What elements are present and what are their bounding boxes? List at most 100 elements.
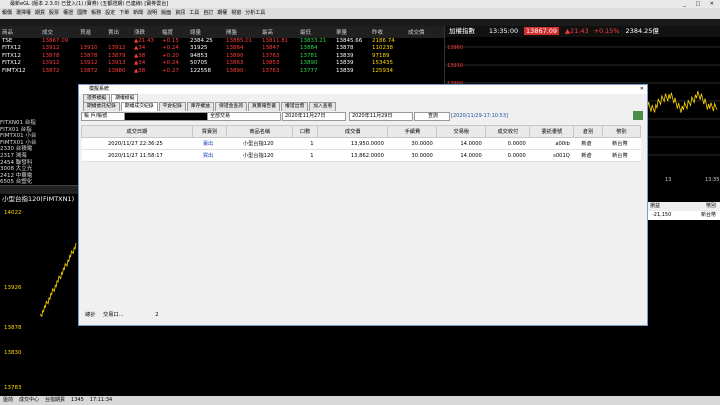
cell-side: 賣出	[192, 137, 227, 150]
quote-cell-price: 13912	[42, 45, 60, 52]
quote-cell-prev: 97189	[372, 52, 390, 59]
quote-column-header[interactable]: 最低	[300, 28, 311, 36]
quote-row[interactable]: FITX12 13912 13912 13913 ▲34 +0.24 50705 13863 1…	[0, 60, 444, 67]
watch-list-item[interactable]: 3008 大立光	[0, 166, 78, 173]
column-header[interactable]: 委託書號	[529, 125, 575, 138]
index-time: 13:35:00	[488, 27, 519, 35]
quote-column-header[interactable]: 總量	[190, 28, 201, 36]
quote-cell-pct: +0.15	[162, 38, 179, 44]
table-row[interactable]: 2020/11/27 22:36:25 賣出 小型台指120 1 13,950.0000…	[81, 137, 641, 150]
quote-row[interactable]: FITX12 13912 13910 13912 ▲34 +0.24 31925 13864 1…	[0, 45, 444, 52]
quote-cell-pct: +0.27	[162, 67, 179, 74]
date-from[interactable]: 2020年11月27日	[282, 112, 346, 121]
mini-price-line	[39, 242, 77, 318]
quote-cell-ask: 13913	[108, 60, 126, 67]
column-header[interactable]: 買賣別	[191, 125, 228, 138]
watch-list-item[interactable]: FIMTX01 小台	[0, 133, 78, 140]
quote-row[interactable]: FITX12 13878 13878 13879 ▲38 +0.20 94853 13890 1…	[0, 53, 444, 60]
menu-item[interactable]: 版面	[159, 10, 173, 16]
query-button[interactable]: 查詢	[414, 112, 450, 121]
cell-name: 小型台指120	[226, 137, 293, 150]
menu-item[interactable]: 權證	[61, 10, 75, 16]
menu-item[interactable]: 期貨	[33, 10, 47, 16]
watch-list-item[interactable]: 2330 台積電	[0, 146, 78, 153]
quote-row[interactable]: FIMTX12 13872 13872 13880 ▲38 +0.27 122558 1389…	[0, 68, 444, 75]
quote-header: 商品 成交 買進 賣出 漲跌 幅度 總量 開盤 最高 最低 單量 昨收 成交價	[0, 26, 444, 38]
mini-futures-chart: 小型台指120(FIMTXN1) 14022 13926 13878 13830 137…	[0, 185, 78, 396]
quote-cell-chg: ▲38	[134, 52, 146, 59]
mini-y-tick-label: 13926	[4, 285, 22, 291]
quote-cell-low: 13884	[300, 45, 318, 52]
cell-cur: 新台幣	[602, 137, 641, 150]
account-select[interactable]	[124, 112, 208, 121]
status-item: 盤前	[3, 397, 14, 403]
watch-list-item[interactable]: FITXN01 台指	[0, 120, 78, 127]
menu-item[interactable]: 選擇權	[14, 10, 33, 16]
menu-item[interactable]: 設定	[103, 10, 117, 16]
column-header[interactable]: 交易稅	[436, 125, 487, 138]
column-header[interactable]: 口數	[292, 125, 319, 138]
quote-column-header[interactable]: 最高	[262, 28, 273, 36]
product-select[interactable]: 全部交易	[207, 112, 281, 121]
quote-cell-low: 13777	[300, 67, 318, 74]
table-row[interactable]: 2020/11/27 11:58:17 買出 小型台指120 1 13,862.0000…	[81, 149, 641, 162]
index-price: 13867.09	[524, 27, 560, 35]
y-tick-label: 13960	[447, 45, 463, 51]
menu-item[interactable]: 視窗	[229, 10, 243, 16]
mini-y-tick-label: 13878	[4, 325, 22, 331]
quote-column-header[interactable]: 漲跌	[134, 28, 145, 36]
quote-column-header[interactable]: 單量	[336, 28, 347, 36]
quote-row[interactable]: TSE 13867.09 ▲21.43 +0.15 2384.25 13885.01 138…	[0, 38, 444, 45]
cell-name: 小型台指120	[226, 149, 293, 162]
title-bar: 最新eGL (版本 2.3.0) 已登入(1) (寶券) (五都證期) 已連線)…	[0, 0, 720, 8]
quote-cell-chg: ▲34	[134, 60, 146, 67]
x-tick-label: 13	[665, 177, 671, 183]
x-tick-label: 13:35	[705, 177, 719, 183]
watch-list-item[interactable]: 2317 鴻海	[0, 153, 78, 160]
cell-qty: 1	[292, 149, 318, 162]
quote-column-header[interactable]: 昨收	[372, 28, 383, 36]
quote-column-header[interactable]: 開盤	[226, 28, 237, 36]
account-label: 帳 戶/帳號	[81, 112, 125, 121]
quote-column-header[interactable]: 成交價	[408, 28, 425, 36]
quote-cell-bid: 13872	[80, 67, 98, 74]
mini-y-tick-label: 14022	[4, 210, 22, 216]
menu-item[interactable]: 資訊	[173, 10, 187, 16]
menu-item[interactable]: 帳務	[89, 10, 103, 16]
quote-cell-price: 13912	[42, 60, 60, 67]
column-header[interactable]: 成交價	[317, 125, 389, 138]
quote-column-header[interactable]: 賣出	[108, 28, 119, 36]
quote-cell-q: 13845.66	[336, 38, 363, 44]
export-icon[interactable]	[633, 111, 643, 120]
close-icon[interactable]: ✕	[640, 85, 644, 94]
quote-column-header[interactable]: 幅度	[162, 28, 173, 36]
menu-item[interactable]: 股票	[47, 10, 61, 16]
column-header[interactable]: 商品名稱	[226, 125, 294, 138]
index-percent: +0.15%	[593, 27, 620, 35]
window-controls[interactable]: _ □ ✕	[683, 0, 718, 8]
menu-item[interactable]: 期權	[215, 10, 229, 16]
quote-column-header[interactable]: 商品	[2, 28, 13, 36]
column-header[interactable]: 手續費	[387, 125, 438, 138]
quote-cell-vol: 94853	[190, 52, 208, 59]
column-header[interactable]: 倉別	[573, 125, 603, 138]
date-to[interactable]: 2020年11月29日	[349, 112, 413, 121]
menu-item[interactable]: 新聞	[131, 10, 145, 16]
quote-column-header[interactable]: 成交	[42, 28, 53, 36]
quote-column-header[interactable]: 買進	[80, 28, 91, 36]
status-bar: 盤前 成交中心 台指期貨 1345 17:11:34	[0, 396, 720, 405]
status-item: 17:11:34	[89, 397, 113, 403]
menu-item[interactable]: 工具	[187, 10, 201, 16]
menu-item[interactable]: 自訂	[201, 10, 215, 16]
menu-item[interactable]: 說明	[145, 10, 159, 16]
column-header[interactable]: 幣別	[601, 125, 642, 138]
quote-cell-ask: 13880	[108, 67, 126, 74]
column-header[interactable]: 成交日期	[81, 125, 193, 138]
menu-item[interactable]: 分析工具	[243, 10, 267, 16]
menu-item[interactable]: 報價	[0, 10, 14, 16]
menu-item[interactable]: 國際	[75, 10, 89, 16]
mini-chart-plot: 14022 13926 13878 13830 13783	[4, 210, 77, 391]
column-header[interactable]: 成交收付	[485, 125, 531, 138]
menu-item[interactable]: 下單	[117, 10, 131, 16]
chart-tabs[interactable]	[0, 186, 78, 194]
